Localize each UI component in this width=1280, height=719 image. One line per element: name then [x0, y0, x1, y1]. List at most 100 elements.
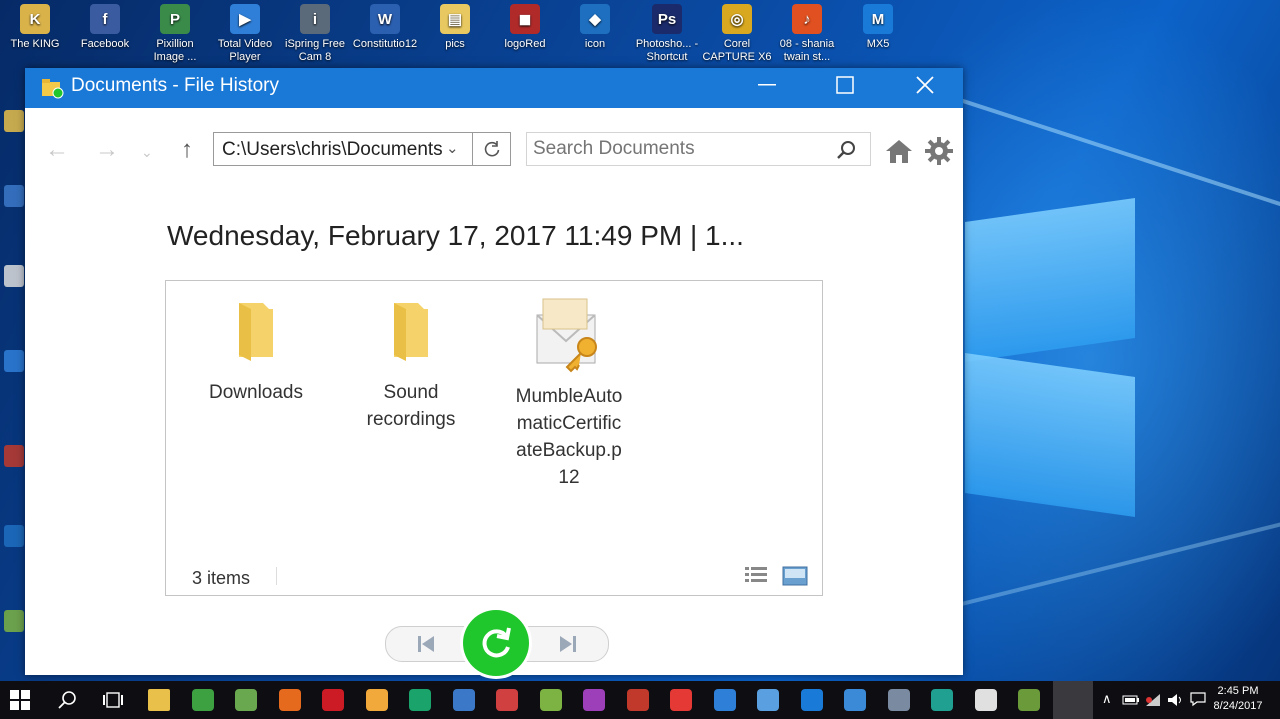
- desktop-icon[interactable]: W Constitutio12: [350, 4, 420, 51]
- taskbar-opera-icon[interactable]: [322, 689, 344, 711]
- desktop-icon[interactable]: f Facebook: [70, 4, 140, 51]
- maximize-button[interactable]: [815, 68, 875, 102]
- back-arrow-icon[interactable]: ←: [45, 136, 69, 164]
- app-icon: Ps: [652, 4, 682, 34]
- battery-icon[interactable]: [1122, 693, 1140, 707]
- desktop-icon-label: Constitutio12: [352, 38, 418, 50]
- desktop-icon[interactable]: Ps Photosho... - Shortcut: [632, 4, 702, 64]
- toolbar: ← → ⌄ ↑ C:\Users\chris\Documents ⌄: [25, 108, 963, 188]
- desktop-icon-label: Total Video Player: [217, 38, 273, 63]
- app-icon: ♪: [792, 4, 822, 34]
- desktop-icon[interactable]: K The KING: [0, 4, 70, 51]
- desktop-icon-label: Pixillion Image ...: [153, 38, 197, 63]
- taskbar-yandex-icon[interactable]: [670, 689, 692, 711]
- minimize-icon: [758, 84, 776, 86]
- previous-version-icon[interactable]: [414, 633, 438, 655]
- desktop-icon[interactable]: [4, 350, 24, 372]
- desktop-icon[interactable]: [4, 525, 24, 547]
- taskbar-firefox-icon[interactable]: [279, 689, 301, 711]
- list-item[interactable]: Sound recordings: [341, 295, 481, 433]
- forward-arrow-icon[interactable]: →: [95, 136, 119, 164]
- taskbar-paint-icon[interactable]: [366, 689, 388, 711]
- close-icon: [916, 76, 934, 94]
- desktop-icon[interactable]: [4, 185, 24, 207]
- folder-icon: [239, 303, 273, 361]
- taskbar-photos-app-icon[interactable]: [975, 689, 997, 711]
- clock-time: 2:45 PM: [1217, 685, 1259, 697]
- large-icons-view-icon[interactable]: [782, 565, 808, 587]
- taskbar-clock[interactable]: 2:45 PM 8/24/2017: [1212, 684, 1264, 714]
- taskbar-active-app-highlight: [1053, 681, 1093, 719]
- item-name: Sound recordings: [366, 382, 456, 430]
- taskbar-a-app-icon[interactable]: [714, 689, 736, 711]
- taskbar-purple-app-icon[interactable]: [583, 689, 605, 711]
- search-icon[interactable]: [56, 689, 78, 711]
- taskbar-network-app-icon[interactable]: [888, 689, 910, 711]
- file-history-icon: [42, 79, 64, 99]
- address-dropdown-icon[interactable]: ⌄: [446, 139, 459, 157]
- taskbar-disc-app-icon[interactable]: [757, 689, 779, 711]
- close-button[interactable]: [895, 68, 955, 102]
- taskbar-n-app-icon[interactable]: [931, 689, 953, 711]
- search-input[interactable]: [526, 132, 871, 166]
- search-icon[interactable]: [835, 139, 857, 161]
- desktop-icon[interactable]: ▤ pics: [420, 4, 490, 51]
- minimize-button[interactable]: [737, 68, 797, 102]
- task-view-icon[interactable]: [102, 690, 124, 710]
- gear-icon[interactable]: [924, 136, 954, 166]
- item-name: Downloads: [209, 382, 303, 403]
- refresh-button[interactable]: [472, 133, 511, 165]
- desktop-icon[interactable]: [4, 610, 24, 632]
- taskbar-active-app-icon[interactable]: [1018, 689, 1040, 711]
- recent-locations-chevron-icon[interactable]: ⌄: [141, 144, 153, 161]
- desktop-icon[interactable]: i iSpring Free Cam 8: [280, 4, 350, 64]
- desktop-icon-label: pics: [445, 38, 465, 50]
- taskbar-globe-app-icon[interactable]: [844, 689, 866, 711]
- home-icon[interactable]: [885, 138, 913, 164]
- desktop-icon-label: Facebook: [80, 38, 130, 50]
- list-item[interactable]: Downloads: [186, 295, 326, 406]
- desktop-icon-label: MX5: [866, 38, 890, 50]
- next-version-icon[interactable]: [556, 633, 580, 655]
- volume-icon[interactable]: [1166, 692, 1184, 708]
- window-title: Documents - File History: [71, 75, 279, 96]
- title-bar[interactable]: Documents - File History: [25, 68, 963, 108]
- recycle-bin-icon[interactable]: [4, 265, 24, 287]
- clock-date: 8/24/2017: [1213, 700, 1263, 712]
- taskbar-blue-app-icon[interactable]: [453, 689, 475, 711]
- desktop-icon-label: The KING: [10, 38, 60, 50]
- desktop-icon[interactable]: ♪ 08 - shania twain st...: [772, 4, 842, 64]
- taskbar-file-explorer-icon[interactable]: [148, 689, 170, 711]
- action-center-icon[interactable]: [1190, 691, 1206, 707]
- taskbar-notepad-icon[interactable]: [235, 689, 257, 711]
- desktop-icon[interactable]: [4, 110, 24, 132]
- taskbar-layers-app-icon[interactable]: [540, 689, 562, 711]
- taskbar-mx-app-icon[interactable]: [801, 689, 823, 711]
- desktop-icon[interactable]: ▶ Total Video Player: [210, 4, 280, 64]
- address-bar[interactable]: C:\Users\chris\Documents ⌄: [213, 132, 511, 166]
- desktop-icon[interactable]: P Pixillion Image ...: [140, 4, 210, 64]
- desktop-icon[interactable]: ◆ icon: [560, 4, 630, 51]
- app-icon: i: [300, 4, 330, 34]
- desktop-icon[interactable]: ◼ logoRed: [490, 4, 560, 51]
- app-icon: K: [20, 4, 50, 34]
- desktop-icon[interactable]: ◎ Corel CAPTURE X6: [702, 4, 772, 64]
- taskbar-chrome-icon[interactable]: [192, 689, 214, 711]
- app-icon: ◆: [580, 4, 610, 34]
- app-icon: ▤: [440, 4, 470, 34]
- chevron-up-icon[interactable]: ∧: [1102, 691, 1112, 707]
- app-icon: f: [90, 4, 120, 34]
- taskbar-red-app-icon[interactable]: [496, 689, 518, 711]
- restore-button[interactable]: [463, 610, 529, 676]
- windows-start-icon[interactable]: [10, 690, 30, 710]
- up-arrow-icon[interactable]: ↑: [181, 136, 193, 164]
- details-view-icon[interactable]: [744, 565, 768, 587]
- taskbar-record-app-icon[interactable]: [627, 689, 649, 711]
- list-item[interactable]: MumbleAutomaticCertificateBackup.p12: [499, 295, 639, 491]
- network-icon[interactable]: [1144, 692, 1162, 708]
- desktop-icon-label: icon: [584, 38, 606, 50]
- desktop-icon[interactable]: [4, 445, 24, 467]
- desktop-icon[interactable]: M MX5: [843, 4, 913, 51]
- address-text: C:\Users\chris\Documents: [222, 139, 442, 160]
- taskbar-green-app-icon[interactable]: [409, 689, 431, 711]
